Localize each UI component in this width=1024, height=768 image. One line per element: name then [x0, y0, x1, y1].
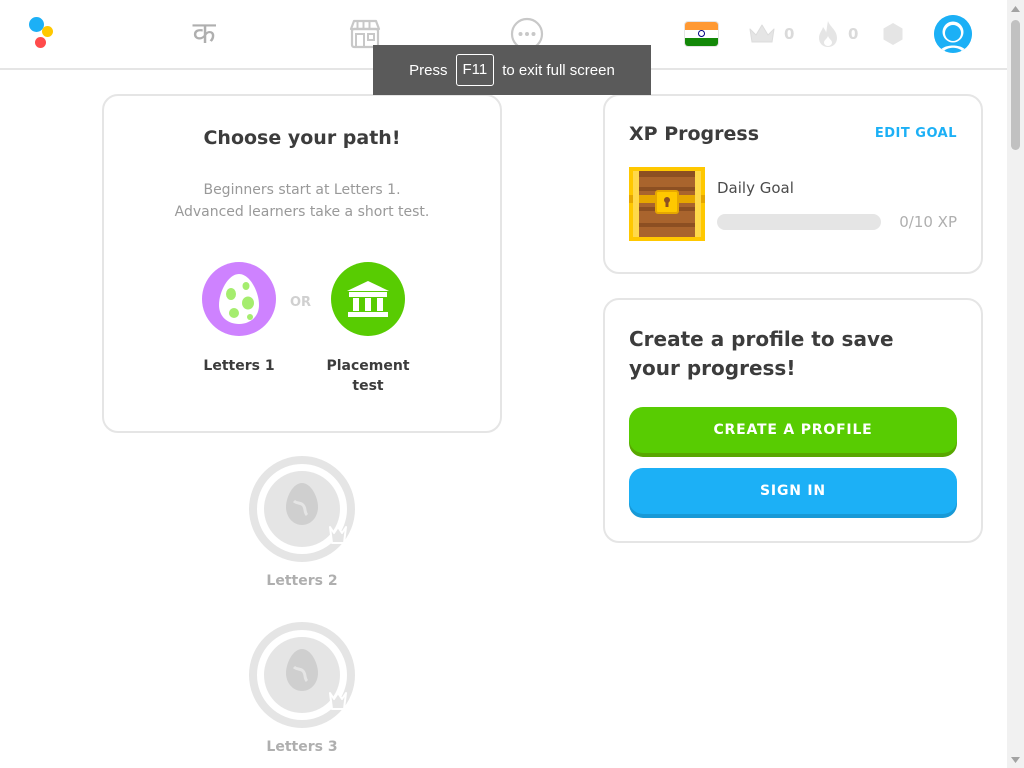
- fullscreen-exit-notice: Press F11 to exit full screen: [373, 45, 651, 95]
- xp-progress-card: XP Progress EDIT GOAL Daily Goal 0/10 XP: [603, 94, 983, 274]
- fullscreen-suffix: to exit full screen: [502, 61, 615, 79]
- skill-node-letters-3[interactable]: Letters 3: [242, 621, 362, 755]
- india-flag-icon[interactable]: [684, 21, 719, 47]
- create-profile-button[interactable]: CREATE A PROFILE: [629, 407, 957, 453]
- streak-count: 0: [848, 25, 859, 43]
- placement-label-line-1: Placement: [326, 358, 410, 374]
- skill-node-letters-2[interactable]: Letters 2: [242, 455, 362, 589]
- path-card-title: Choose your path!: [203, 127, 401, 149]
- edit-goal-link[interactable]: EDIT GOAL: [875, 126, 957, 141]
- locked-skill-circle[interactable]: [248, 455, 356, 563]
- treasure-chest-icon: [629, 167, 705, 241]
- crowns-count: 0: [784, 25, 795, 43]
- avatar[interactable]: [934, 15, 972, 53]
- fullscreen-prefix: Press: [409, 61, 448, 79]
- scroll-up-arrow-icon[interactable]: [1007, 0, 1024, 17]
- f11-key-badge: F11: [455, 54, 495, 86]
- user-icon: [934, 15, 972, 53]
- subtitle-line-2: Advanced learners take a short test.: [174, 204, 430, 220]
- skill-label: Letters 2: [266, 573, 338, 589]
- vertical-scrollbar[interactable]: [1007, 0, 1024, 768]
- letters-1-option[interactable]: Letters 1: [202, 262, 276, 376]
- scrollbar-thumb[interactable]: [1011, 20, 1020, 150]
- placement-label-line-2: test: [352, 378, 384, 394]
- streak-counter[interactable]: 0: [816, 18, 858, 50]
- skill-circle[interactable]: [202, 262, 276, 336]
- or-divider: OR: [290, 295, 312, 310]
- create-profile-card: Create a profile to save your progress! …: [603, 298, 983, 543]
- xp-progress-text: 0/10 XP: [899, 213, 957, 231]
- locked-skill-circle[interactable]: [248, 621, 356, 729]
- sign-in-button[interactable]: SIGN IN: [629, 468, 957, 514]
- placement-test-option[interactable]: Placement test: [316, 262, 420, 396]
- letters-1-label: Letters 1: [203, 358, 275, 374]
- placement-circle[interactable]: [331, 262, 405, 336]
- subtitle-line-1: Beginners start at Letters 1.: [203, 182, 401, 198]
- path-card-subtitle: Beginners start at Letters 1. Advanced l…: [104, 179, 500, 223]
- daily-goal-progress-bar: [717, 214, 881, 230]
- gem-icon[interactable]: [882, 22, 904, 46]
- learn-character-icon[interactable]: क: [186, 16, 222, 52]
- create-profile-title: Create a profile to save your progress!: [629, 327, 894, 380]
- crowns-counter[interactable]: 0: [748, 18, 794, 50]
- fire-icon: [819, 21, 837, 47]
- skill-label: Letters 3: [266, 739, 338, 755]
- xp-progress-title: XP Progress: [629, 123, 760, 145]
- school-building-icon: [347, 281, 389, 317]
- daily-goal-label: Daily Goal: [717, 179, 794, 197]
- scroll-down-arrow-icon[interactable]: [1007, 751, 1024, 768]
- placement-test-label: Placement test: [316, 356, 420, 396]
- crown-icon: [749, 24, 775, 43]
- app-logo-icon[interactable]: [27, 17, 57, 51]
- choose-path-card: Choose your path! Beginners start at Let…: [102, 94, 502, 433]
- egg-icon: [219, 274, 259, 324]
